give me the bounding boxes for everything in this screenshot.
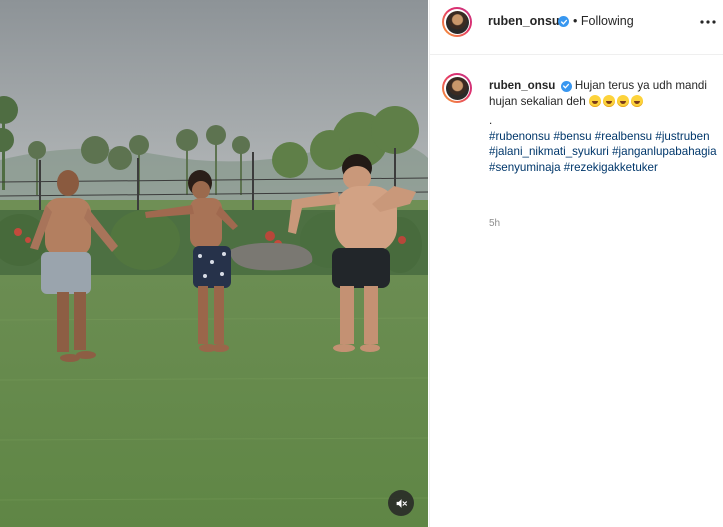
post-sidebar: ruben_onsu • Following ruben_onsu Hujan …: [429, 0, 723, 527]
caption-username[interactable]: ruben_onsu: [489, 79, 555, 92]
follow-status-label: Following: [580, 14, 634, 28]
caption: ruben_onsu Hujan terus ya udh mandi huja…: [489, 78, 717, 175]
follow-status-button[interactable]: • Following: [573, 14, 634, 28]
hashtag-list: #rubenonsu #bensu #realbensu #justruben …: [489, 129, 717, 176]
laughing-emoji-icon: [588, 94, 601, 107]
hashtag-link[interactable]: #rezekigakketuker: [564, 161, 658, 174]
hashtag-link[interactable]: #jalani_nikmati_syukuri: [489, 145, 609, 158]
caption-dot: .: [489, 114, 493, 127]
video-frame: [0, 0, 428, 527]
verified-badge-icon: [558, 16, 569, 27]
caption-avatar[interactable]: [442, 73, 472, 103]
profile-photo: [445, 76, 469, 100]
mute-toggle-button[interactable]: [388, 490, 414, 516]
post-timestamp[interactable]: 5h: [489, 218, 500, 229]
hashtag-link[interactable]: #janganlupabahagia: [612, 145, 716, 158]
profile-photo: [445, 10, 469, 34]
laughing-emoji-icon: [616, 94, 629, 107]
hashtag-link[interactable]: #realbensu: [595, 130, 652, 143]
hashtag-link[interactable]: #justruben: [655, 130, 709, 143]
hashtag-link[interactable]: #senyuminaja: [489, 161, 561, 174]
header-username[interactable]: ruben_onsu: [488, 14, 560, 28]
post-media-video[interactable]: [0, 0, 428, 527]
hashtag-link[interactable]: #bensu: [553, 130, 591, 143]
more-options-button[interactable]: [698, 12, 718, 32]
laughing-emoji-icon: [630, 94, 643, 107]
verified-badge-icon: [560, 80, 572, 92]
more-dots-icon: [700, 20, 716, 24]
speaker-muted-icon: [396, 498, 407, 508]
post-header: ruben_onsu • Following: [430, 0, 723, 55]
caption-text: ruben_onsu Hujan terus ya udh mandi huja…: [489, 78, 717, 109]
hashtag-link[interactable]: #rubenonsu: [489, 130, 550, 143]
laughing-emoji-icon: [602, 94, 615, 107]
avatar[interactable]: [442, 7, 472, 37]
